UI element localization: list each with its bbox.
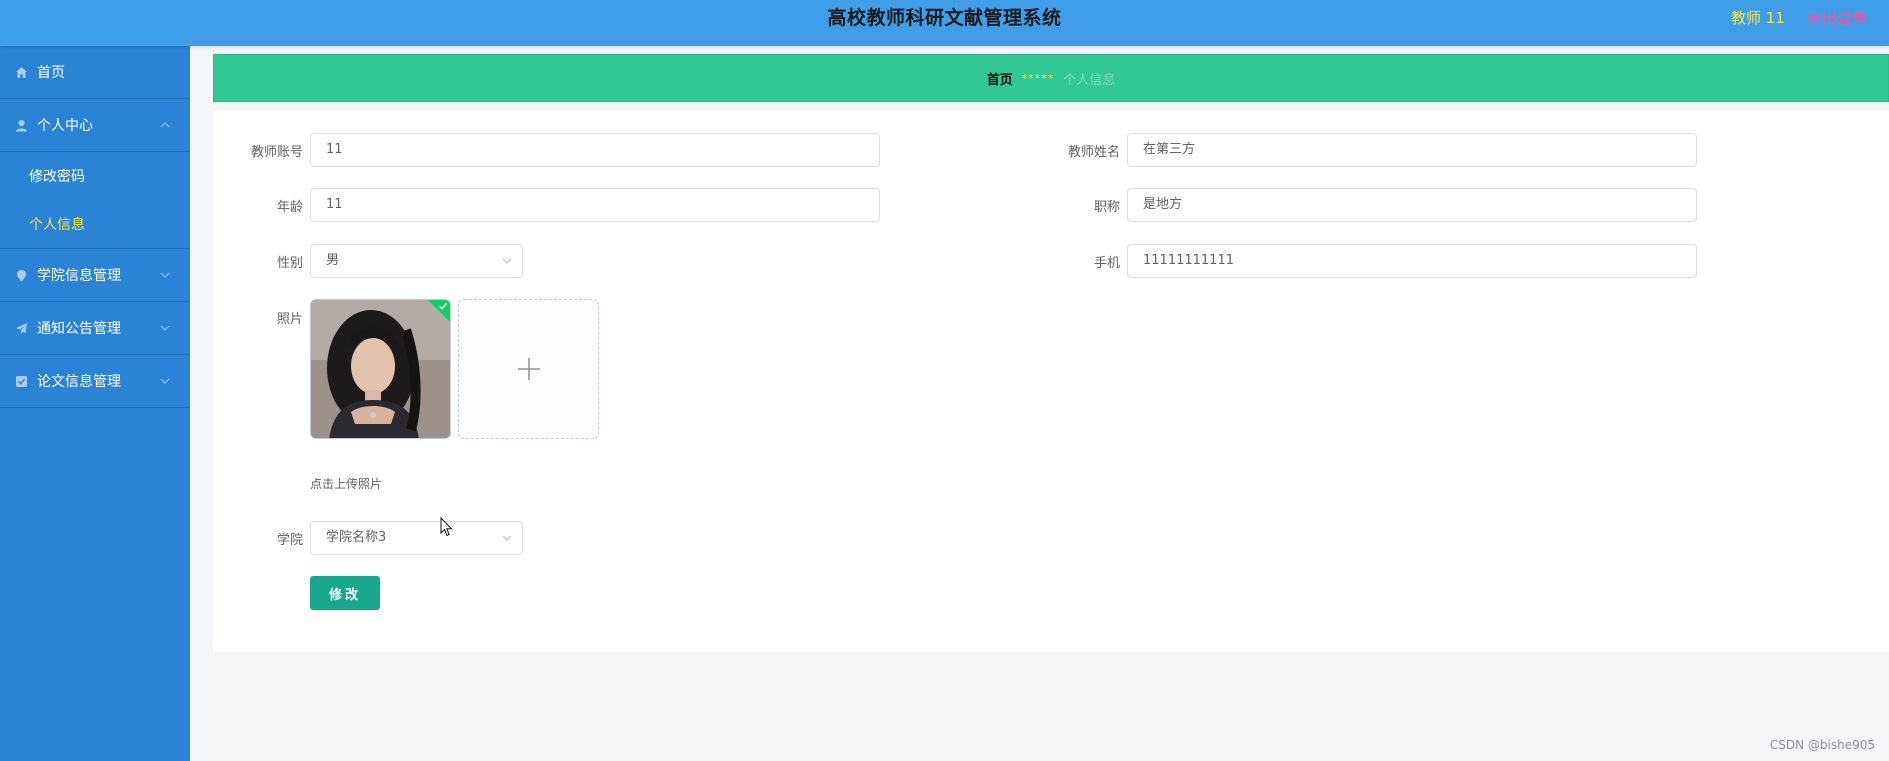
- current-user: 教师 11: [1731, 9, 1785, 27]
- age-label: 年龄: [276, 200, 303, 215]
- sidebar-item-personal-center[interactable]: 个人中心: [0, 99, 190, 152]
- chevron-down-icon: [160, 378, 170, 384]
- top-header: 高校教师科研文献管理系统 教师 11 退出登录: [0, 0, 1889, 46]
- sidebar-item-college-management[interactable]: 学院信息管理: [0, 249, 190, 302]
- user-icon: [15, 119, 28, 132]
- college-select-value: 学院名称3: [326, 530, 387, 545]
- plus-icon: [517, 358, 540, 380]
- watermark: CSDN @bishe905: [1769, 738, 1875, 752]
- college-label: 学院: [276, 533, 303, 548]
- pin-icon: [15, 269, 28, 282]
- breadcrumb: 首页 ***** 个人信息: [213, 54, 1889, 102]
- logout-link[interactable]: 退出登录: [1807, 7, 1867, 28]
- chevron-down-icon: [502, 535, 512, 541]
- paper-plane-icon: [15, 322, 28, 335]
- name-input[interactable]: 在第三方: [1127, 133, 1697, 167]
- chevron-down-icon: [502, 258, 512, 264]
- job-title-label: 职称: [1093, 200, 1120, 215]
- sidebar-item-notice-management[interactable]: 通知公告管理: [0, 302, 190, 355]
- sidebar-item-label: 通知公告管理: [37, 321, 121, 337]
- mouse-cursor-icon: [440, 517, 453, 537]
- sidebar-item-label: 首页: [37, 65, 65, 81]
- sidebar: 首页 个人中心 修改密码 个人信息 学院信息管理 通知公告管理 论文信息管理: [0, 46, 190, 761]
- gender-select-value: 男: [326, 253, 340, 268]
- check-icon: [438, 302, 448, 310]
- sidebar-item-change-password[interactable]: 修改密码: [0, 152, 190, 200]
- chevron-down-icon: [160, 272, 170, 278]
- sidebar-item-home[interactable]: 首页: [0, 46, 190, 99]
- chevron-up-icon: [160, 122, 170, 128]
- sidebar-item-label: 个人中心: [37, 118, 93, 134]
- phone-label: 手机: [1093, 256, 1120, 271]
- job-title-input[interactable]: 是地方: [1127, 188, 1697, 222]
- breadcrumb-current: 个人信息: [1063, 72, 1116, 88]
- breadcrumb-separator: *****: [1021, 71, 1055, 85]
- photo-label: 照片: [276, 312, 303, 327]
- gender-select[interactable]: 男: [310, 244, 523, 278]
- sidebar-item-label: 论文信息管理: [37, 374, 121, 390]
- account-label: 教师账号: [250, 145, 303, 160]
- sidebar-item-label: 学院信息管理: [37, 268, 121, 284]
- update-button[interactable]: 修改: [310, 576, 380, 610]
- sidebar-item-personal-info[interactable]: 个人信息: [0, 200, 190, 248]
- breadcrumb-home[interactable]: 首页: [987, 69, 1013, 88]
- college-select[interactable]: 学院名称3: [310, 521, 523, 555]
- name-label: 教师姓名: [1067, 145, 1120, 160]
- submenu-personal-center: 修改密码 个人信息: [0, 152, 190, 249]
- checkbox-icon: [15, 375, 28, 388]
- phone-input[interactable]: 11111111111: [1127, 244, 1697, 278]
- gender-label: 性别: [276, 256, 303, 271]
- account-input[interactable]: 11: [310, 133, 880, 167]
- chevron-down-icon: [160, 325, 170, 331]
- home-icon: [15, 66, 28, 79]
- upload-tip: 点击上传照片: [310, 477, 383, 491]
- app-title: 高校教师科研文献管理系统: [827, 7, 1062, 29]
- sidebar-item-paper-management[interactable]: 论文信息管理: [0, 355, 190, 408]
- profile-form-panel: 教师账号 11 教师姓名 在第三方 年龄 11 职称 是地方 性别 男 手机 1…: [213, 111, 1889, 652]
- age-input[interactable]: 11: [310, 188, 880, 222]
- uploaded-photo[interactable]: [310, 299, 451, 439]
- photo-upload-button[interactable]: [458, 299, 599, 439]
